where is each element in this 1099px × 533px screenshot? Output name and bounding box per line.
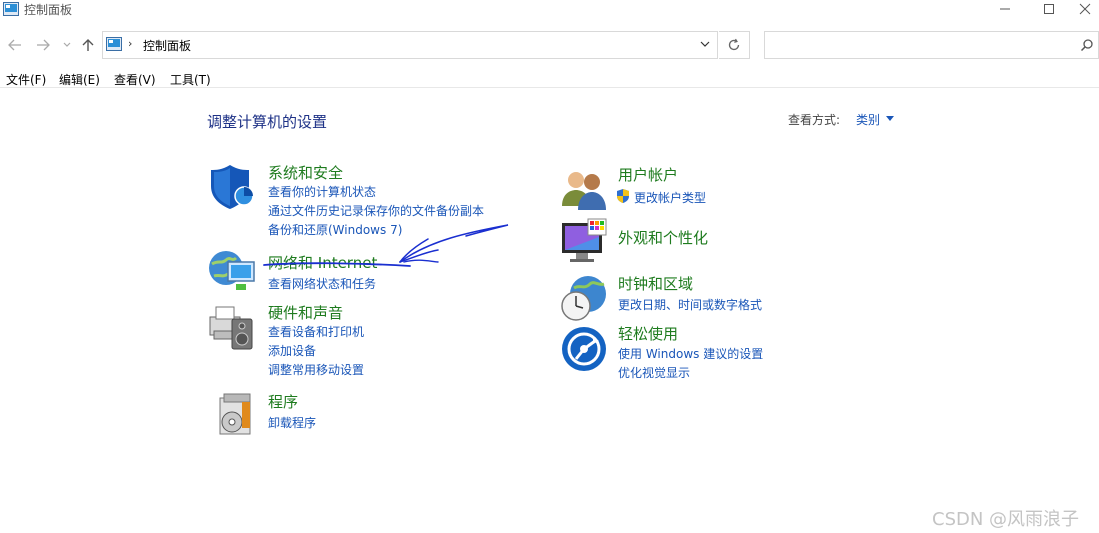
clock-globe-icon[interactable] (560, 274, 608, 322)
category-title[interactable]: 网络和 Internet (268, 252, 377, 273)
category-title[interactable]: 外观和个性化 (618, 227, 708, 248)
link-uninstall-program[interactable]: 卸载程序 (268, 414, 316, 431)
arrow-up-icon (82, 39, 94, 51)
category-title[interactable]: 硬件和声音 (268, 302, 343, 323)
printer-speaker-icon[interactable] (208, 303, 256, 351)
menu-file[interactable]: 文件(F) (6, 71, 46, 88)
chevron-down-icon (63, 42, 71, 47)
link-view-computer-status[interactable]: 查看你的计算机状态 (268, 183, 376, 200)
category-title[interactable]: 程序 (268, 391, 298, 412)
breadcrumb-control-panel[interactable]: 控制面板 (143, 37, 191, 54)
network-globe-icon[interactable] (208, 248, 256, 296)
minimize-icon (1000, 8, 1010, 10)
category-title[interactable]: 时钟和区域 (618, 273, 693, 294)
window-title: 控制面板 (24, 3, 73, 17)
up-button[interactable] (80, 36, 96, 54)
link-change-account-type[interactable]: 更改帐户类型 (634, 189, 706, 206)
back-button[interactable] (6, 36, 24, 54)
refresh-icon (728, 38, 740, 51)
link-windows-recommended-settings[interactable]: 使用 Windows 建议的设置 (618, 345, 763, 362)
programs-icon[interactable] (210, 392, 258, 440)
link-mobility-settings[interactable]: 调整常用移动设置 (268, 361, 364, 378)
search-input[interactable] (764, 31, 1099, 59)
menu-view[interactable]: 查看(V) (114, 71, 156, 88)
page-title: 调整计算机的设置 (207, 113, 328, 131)
close-icon (1079, 3, 1090, 15)
menu-bar: 文件(F) 编辑(E) 查看(V) 工具(T) (0, 68, 1099, 88)
menu-edit[interactable]: 编辑(E) (59, 71, 100, 88)
watermark: CSDN @风雨浪子 (932, 509, 1080, 530)
breadcrumb-separator-icon: › (128, 37, 133, 50)
view-by-label: 查看方式: (788, 113, 841, 127)
maximize-button[interactable] (1026, 0, 1072, 18)
arrow-left-icon (8, 39, 21, 51)
recent-locations-button[interactable] (61, 36, 73, 54)
menu-tools[interactable]: 工具(T) (170, 71, 211, 88)
chevron-down-icon[interactable] (699, 37, 711, 51)
forward-button[interactable] (34, 36, 52, 54)
link-optimize-visual-display[interactable]: 优化视觉显示 (618, 364, 690, 381)
category-title[interactable]: 轻松使用 (618, 323, 678, 344)
view-by-dropdown[interactable]: 类别 (856, 111, 880, 128)
caret-down-icon[interactable] (886, 116, 894, 121)
category-title[interactable]: 系统和安全 (268, 162, 343, 183)
link-add-device[interactable]: 添加设备 (268, 342, 316, 359)
uac-shield-icon (617, 189, 629, 203)
address-bar[interactable]: › 控制面板 (102, 31, 718, 59)
shield-icon[interactable] (208, 162, 256, 210)
link-change-date-time-format[interactable]: 更改日期、时间或数字格式 (618, 296, 762, 313)
link-devices-printers[interactable]: 查看设备和打印机 (268, 323, 364, 340)
maximize-icon (1044, 4, 1054, 14)
ease-of-access-icon[interactable] (560, 325, 608, 373)
refresh-button[interactable] (719, 31, 750, 59)
link-backup-restore[interactable]: 备份和还原(Windows 7) (268, 221, 402, 238)
link-file-history-backup[interactable]: 通过文件历史记录保存你的文件备份副本 (268, 202, 484, 219)
close-button[interactable] (1070, 0, 1099, 18)
search-icon (1080, 39, 1093, 52)
title-bar: 控制面板 (0, 0, 1099, 30)
link-network-status[interactable]: 查看网络状态和任务 (268, 275, 376, 292)
control-panel-icon (106, 37, 122, 51)
control-panel-icon (3, 2, 19, 16)
arrow-right-icon (37, 39, 50, 51)
appearance-monitor-icon[interactable] (560, 217, 608, 265)
minimize-button[interactable] (982, 0, 1028, 18)
category-title[interactable]: 用户帐户 (618, 164, 678, 185)
users-icon[interactable] (560, 166, 608, 214)
